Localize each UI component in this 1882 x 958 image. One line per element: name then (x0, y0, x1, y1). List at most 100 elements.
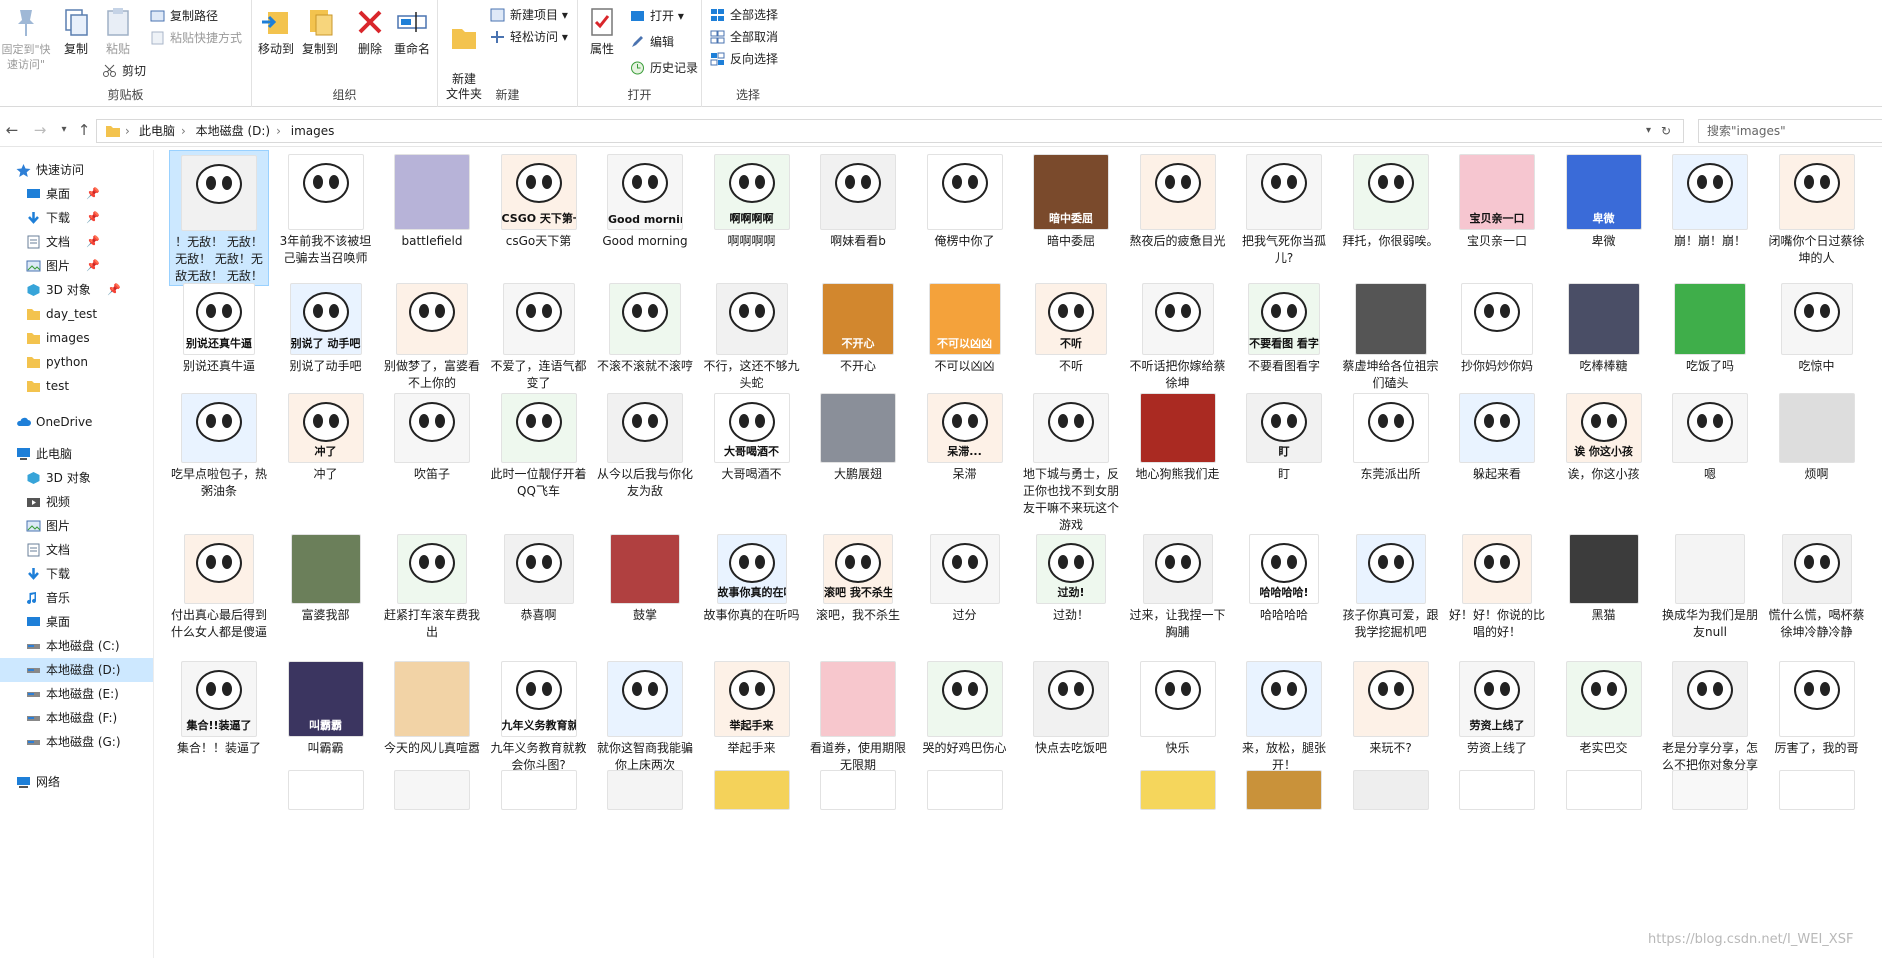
cut-button[interactable]: 剪切 (102, 61, 146, 81)
file-item[interactable]: 抄你妈炒你妈 (1447, 279, 1547, 375)
file-item[interactable]: 哈哈哈哈! 哈哈哈哈 (1234, 530, 1334, 624)
file-item[interactable]: 吃棒棒糖 (1554, 279, 1654, 375)
file-item[interactable]: 不滚不滚就不滚哼 (595, 279, 695, 375)
file-item[interactable]: 恭喜啊 (489, 530, 589, 624)
file-item[interactable]: 从今以后我与你化友为敌 (595, 389, 695, 500)
file-item[interactable]: 呆滞... 呆滞 (915, 389, 1015, 483)
nav-item-quick-8[interactable]: test (27, 374, 69, 398)
file-item[interactable]: 快乐 (1128, 657, 1228, 757)
history-button[interactable]: 历史记录 (630, 58, 698, 78)
file-item[interactable]: 举起手来 举起手来 (702, 657, 802, 757)
file-item[interactable]: 闭嘴你个日过蔡徐坤的人 (1767, 150, 1867, 267)
file-item[interactable]: 过分 (915, 530, 1015, 624)
nav-item-quick-2[interactable]: 文档 📌 (27, 230, 100, 254)
easy-access-button[interactable]: 轻松访问 ▾ (490, 27, 568, 47)
nav-item-pc-0[interactable]: 3D 对象 (27, 466, 91, 490)
file-item[interactable]: 滚吧 我不杀生 滚吧，我不杀生 (808, 530, 908, 624)
refresh-icon[interactable]: ↻ (1661, 120, 1671, 142)
copy-to-button[interactable]: 复制到 (300, 6, 340, 57)
search-input[interactable]: 搜索"images" (1698, 119, 1882, 143)
file-item[interactable]: 不开心 不开心 (808, 279, 908, 375)
copy-button[interactable]: 复制 (58, 6, 94, 57)
file-item[interactable]: 蔡虚坤给各位祖宗们磕头 (1341, 279, 1441, 392)
edit-button[interactable]: 编辑 (630, 32, 674, 52)
nav-item-onedrive[interactable]: OneDrive (17, 410, 92, 434)
file-item[interactable]: 别说了 动手吧 别说了动手吧 (276, 279, 376, 375)
file-item[interactable]: 拜托，你很弱唉。 (1341, 150, 1441, 250)
file-item[interactable]: 啊啊啊啊 啊啊啊啊 (702, 150, 802, 250)
file-item[interactable]: 不听话把你嫁给蔡徐坤 (1128, 279, 1228, 392)
file-item[interactable]: 慌什么慌，喝杯蔡徐坤冷静冷静 (1767, 530, 1867, 641)
file-item[interactable]: 把我气死你当孤儿? (1234, 150, 1334, 267)
file-item[interactable]: 冲了 冲了 (276, 389, 376, 483)
file-item[interactable]: 不行，这还不够九头蛇 (702, 279, 802, 392)
rename-button[interactable]: 重命名 (392, 6, 432, 57)
nav-item-pc-8[interactable]: 本地磁盘 (D:) (0, 658, 153, 682)
file-item[interactable]: 集合!!装逼了 集合！！装逼了 (169, 657, 269, 757)
file-item[interactable]: 不要看图 看字 不要看图看字 (1234, 279, 1334, 375)
breadcrumb-images[interactable]: images (291, 124, 335, 138)
nav-item-pc-10[interactable]: 本地磁盘 (F:) (27, 706, 117, 730)
file-item[interactable]: 快点去吃饭吧 (1021, 657, 1121, 757)
file-item[interactable]: 不爱了，连语气都变了 (489, 279, 589, 392)
nav-item-pc-7[interactable]: 本地磁盘 (C:) (27, 634, 120, 658)
nav-item-this-pc[interactable]: 此电脑 (17, 442, 72, 466)
file-item[interactable]: 宝贝亲一口 宝贝亲一口 (1447, 150, 1547, 250)
nav-item-pc-3[interactable]: 文档 (27, 538, 70, 562)
file-item[interactable]: 劳资上线了 劳资上线了 (1447, 657, 1547, 757)
paste-shortcut-button[interactable]: 粘贴快捷方式 (150, 28, 242, 48)
file-item[interactable]: 暗中委屈 暗中委屈 (1021, 150, 1121, 250)
nav-item-quick-access[interactable]: 快速访问 (16, 158, 84, 182)
file-item[interactable]: 吹笛子 (382, 389, 482, 483)
file-item[interactable]: 付出真心最后得到什么女人都是傻逼 (169, 530, 269, 641)
file-item[interactable]: 好！好！你说的比唱的好！ (1447, 530, 1547, 641)
file-item[interactable]: 厉害了，我的哥 (1767, 657, 1867, 757)
file-item[interactable]: battlefield (382, 150, 482, 250)
file-item[interactable]: 卑微 卑微 (1554, 150, 1654, 250)
file-item[interactable]: 九年义务教育就教会你们斗图九年义务教育就教会你斗图? (489, 657, 589, 774)
nav-item-quick-0[interactable]: 桌面 📌 (27, 182, 100, 206)
paste-button[interactable]: 粘贴 (100, 6, 136, 57)
address-box[interactable]: › 此电脑 › 本地磁盘 (D:) › images ▾ ↻ (96, 119, 1684, 143)
invert-selection-button[interactable]: 反向选择 (710, 49, 778, 69)
nav-item-pc-1[interactable]: 视频 (27, 490, 70, 514)
move-to-button[interactable]: 移动到 (256, 6, 296, 57)
select-all-button[interactable]: 全部选择 (710, 5, 778, 25)
file-item[interactable]: 哭的好鸡巴伤心 (915, 657, 1015, 757)
nav-item-quick-7[interactable]: python (27, 350, 88, 374)
file-item[interactable]: Good morning Good morning (595, 150, 695, 250)
file-item[interactable]: 俺楞中你了 (915, 150, 1015, 250)
copy-path-button[interactable]: 复制路径 (150, 6, 218, 26)
breadcrumb-this-pc[interactable]: 此电脑 (139, 124, 175, 138)
nav-item-pc-9[interactable]: 本地磁盘 (E:) (27, 682, 119, 706)
file-item[interactable]: 老实巴交 (1554, 657, 1654, 757)
file-item[interactable]: 吃早点啦包子，热粥油条 (169, 389, 269, 500)
nav-item-pc-4[interactable]: 下载 (28, 562, 70, 586)
nav-item-quick-4[interactable]: 3D 对象 📌 (27, 278, 121, 302)
file-item[interactable]: 不可以凶凶 不可以凶凶 (915, 279, 1015, 375)
back-arrow-icon[interactable]: ← (2, 119, 22, 141)
address-dropdown-icon[interactable]: ▾ (1646, 120, 1651, 142)
file-item[interactable]: 吃饭了吗 (1660, 279, 1760, 375)
file-item[interactable]: 别说还真牛逼 别说还真牛逼 (169, 279, 269, 375)
file-item[interactable]: 故事你真的在听故事你真的在听吗 (702, 530, 802, 624)
file-item[interactable]: 3年前我不该被坦己骗去当召唤师 (276, 150, 376, 267)
nav-item-pc-5[interactable]: 音乐 (27, 586, 70, 610)
nav-item-pc-2[interactable]: 图片 (26, 514, 70, 538)
nav-item-pc-11[interactable]: 本地磁盘 (G:) (27, 730, 121, 754)
file-item[interactable]: 过劲! 过劲！ (1021, 530, 1121, 624)
nav-item-quick-6[interactable]: images (27, 326, 90, 350)
file-item[interactable]: 来玩不? (1341, 657, 1441, 757)
file-item[interactable]: 赶紧打车滚车费我出 (382, 530, 482, 641)
file-item[interactable]: 别做梦了，富婆看不上你的 (382, 279, 482, 392)
file-item[interactable]: 大哥喝酒不 大哥喝酒不 (702, 389, 802, 483)
delete-button[interactable]: 删除 (352, 6, 388, 57)
file-item[interactable]: 烦啊 (1767, 389, 1867, 483)
file-item[interactable]: 吃惊中 (1767, 279, 1867, 375)
file-item[interactable]: 熬夜后的疲惫目光 (1128, 150, 1228, 250)
recent-chevron-icon[interactable]: ▾ (54, 119, 74, 141)
nav-item-quick-3[interactable]: 图片 📌 (26, 254, 100, 278)
file-item[interactable]: 嗯 (1660, 389, 1760, 483)
file-item[interactable]: CSGO 天下第一 csGo天下第 (489, 150, 589, 250)
properties-button[interactable]: 属性 (584, 6, 620, 57)
